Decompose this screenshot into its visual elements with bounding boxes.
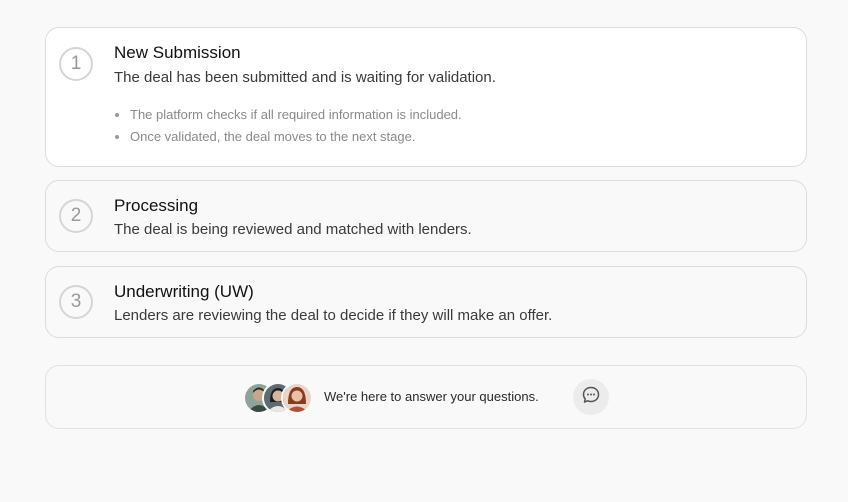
stage-title: Underwriting (UW) [114, 282, 254, 301]
deal-stages-panel: 1 New Submission The deal has been submi… [0, 0, 848, 502]
support-avatars [243, 382, 313, 414]
support-message: We're here to answer your questions. [324, 389, 539, 404]
stage-detail-item: The platform checks if all required info… [114, 104, 462, 126]
stage-title: New Submission [114, 43, 241, 62]
stage-detail-item: Once validated, the deal moves to the ne… [114, 126, 462, 148]
avatar [281, 382, 313, 414]
stage-card-processing[interactable]: 2 Processing The deal is being reviewed … [45, 180, 807, 252]
stage-card-underwriting[interactable]: 3 Underwriting (UW) Lenders are reviewin… [45, 266, 807, 338]
stage-description: The deal has been submitted and is waiti… [114, 69, 496, 86]
step-number-badge: 1 [59, 47, 93, 81]
stage-title: Processing [114, 196, 199, 215]
stage-details-list: The platform checks if all required info… [114, 104, 462, 148]
chat-button[interactable] [573, 379, 609, 415]
step-number-badge: 3 [59, 285, 93, 319]
support-bar: We're here to answer your questions. [45, 365, 807, 429]
stage-description: The deal is being reviewed and matched w… [114, 221, 472, 238]
step-number-badge: 2 [59, 199, 93, 233]
chat-bubble-icon [581, 385, 601, 410]
stage-description: Lenders are reviewing the deal to decide… [114, 307, 553, 324]
stage-card-new-submission[interactable]: 1 New Submission The deal has been submi… [45, 27, 807, 167]
